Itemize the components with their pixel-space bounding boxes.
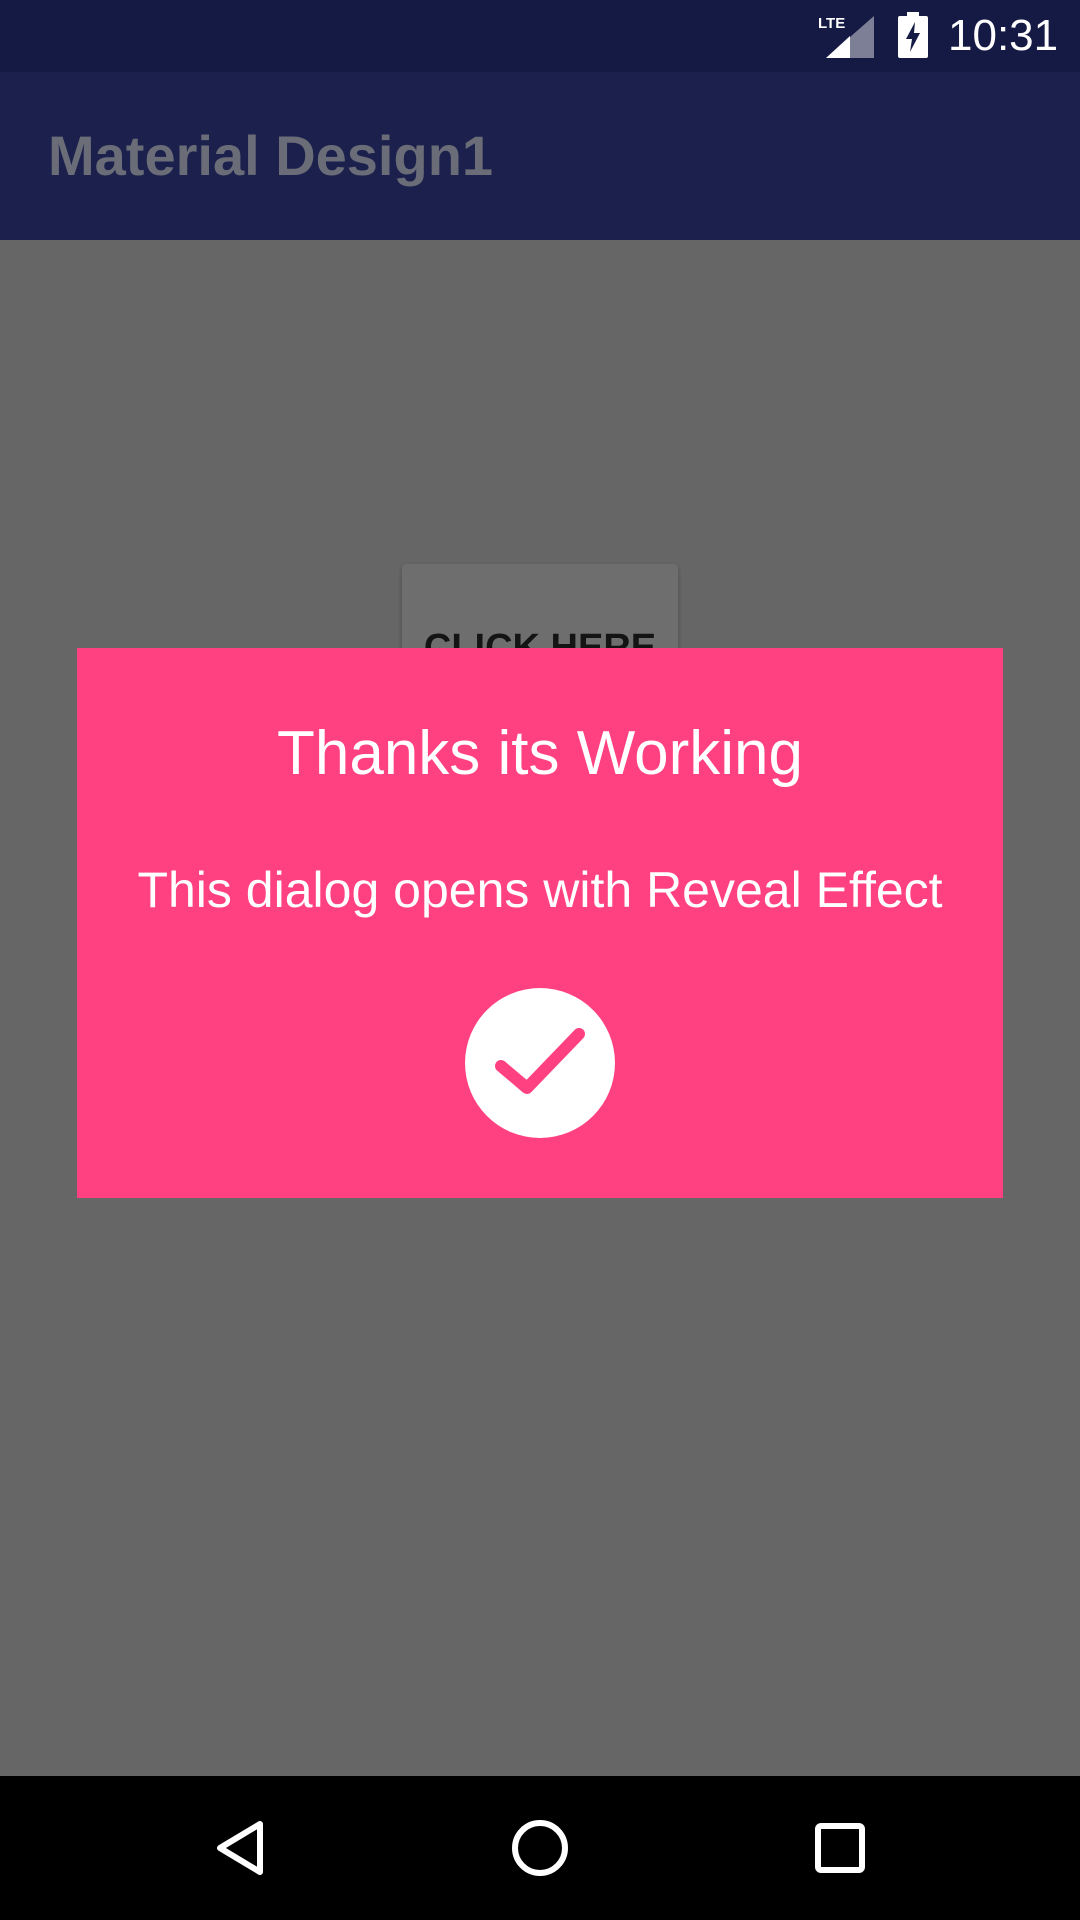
lte-signal-icon: LTE bbox=[818, 15, 874, 58]
network-label: LTE bbox=[818, 15, 845, 32]
navigation-bar bbox=[0, 1776, 1080, 1920]
app-bar: Material Design1 bbox=[0, 72, 1080, 240]
checkmark-icon bbox=[495, 1028, 585, 1094]
app-title: Material Design1 bbox=[48, 124, 494, 187]
confirm-button[interactable] bbox=[465, 988, 615, 1138]
status-time: 10:31 bbox=[948, 11, 1059, 60]
home-icon bbox=[512, 1820, 568, 1876]
battery-charging-icon bbox=[898, 12, 928, 58]
recents-button[interactable] bbox=[790, 1798, 890, 1898]
dialog-title: Thanks its Working bbox=[276, 719, 804, 788]
status-bar: LTE 10:31 bbox=[0, 0, 1080, 72]
dialog-message: This dialog opens with Reveal Effect bbox=[137, 862, 943, 918]
back-icon bbox=[217, 1821, 263, 1875]
screen: LTE 10:31 Material Design1 CLICK HERE Th… bbox=[0, 0, 1080, 1920]
back-button[interactable] bbox=[190, 1798, 290, 1898]
home-button[interactable] bbox=[490, 1798, 590, 1898]
reveal-dialog: Thanks its Working This dialog opens wit… bbox=[77, 648, 1003, 1198]
recents-icon bbox=[815, 1823, 865, 1873]
